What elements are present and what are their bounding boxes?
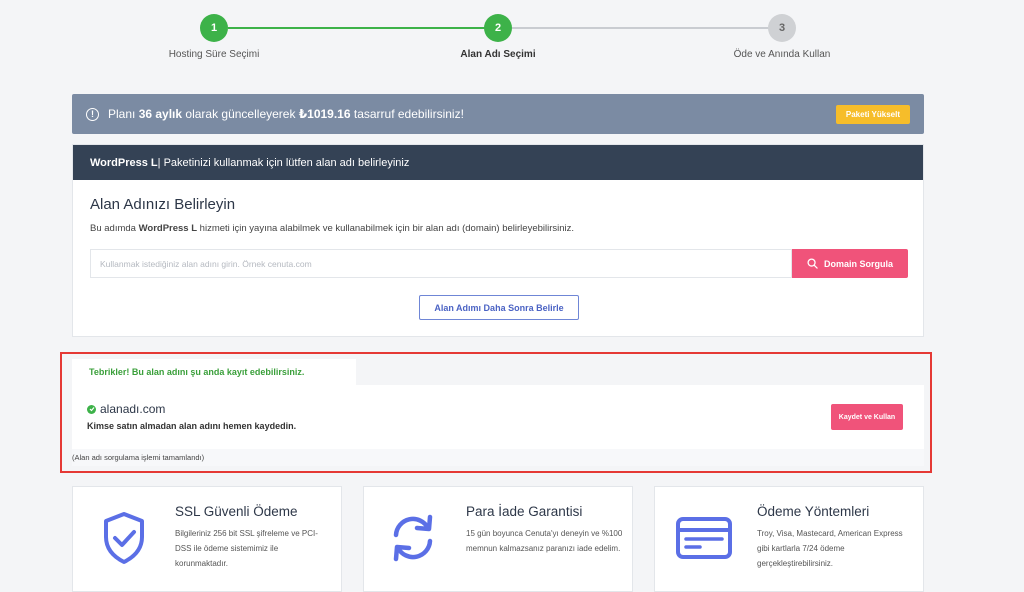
credit-card-icon — [676, 517, 732, 559]
domain-selection-card: WordPress L | Paketinizi kullanmak için … — [72, 144, 924, 337]
check-icon — [87, 404, 96, 414]
result-success-tab: Tebrikler! Bu alan adını şu anda kayıt e… — [72, 359, 356, 385]
decide-later-button[interactable]: Alan Adımı Daha Sonra Belirle — [419, 295, 579, 320]
checkout-stepper: 1 Hosting Süre Seçimi 2 Alan Adı Seçimi … — [0, 0, 1024, 80]
feature-description: Bilgileriniz 256 bit SSL şifreleme ve PC… — [175, 529, 318, 568]
result-footer-note: (Alan adı sorgulama işlemi tamamlandı) — [72, 449, 924, 466]
shield-check-icon — [104, 512, 144, 564]
feature-title: Para İade Garantisi — [466, 504, 583, 519]
step-1-label: Hosting Süre Seçimi — [168, 49, 260, 60]
step-connector-2 — [512, 27, 770, 29]
domain-search-button[interactable]: Domain Sorgula — [792, 249, 908, 278]
step-3-circle: 3 — [768, 14, 796, 42]
step-3-label: Öde ve Anında Kullan — [733, 49, 831, 60]
card-description: Bu adımda WordPress L hizmeti için yayın… — [90, 223, 575, 234]
feature-refund-card: Para İade Garantisi 15 gün boyunca Cenut… — [363, 486, 633, 592]
register-and-use-button[interactable]: Kaydet ve Kullan — [831, 404, 903, 430]
card-title: Alan Adınızı Belirleyin — [90, 196, 236, 213]
info-icon: ! — [86, 107, 99, 121]
search-icon — [807, 258, 818, 269]
feature-payment-card: Ödeme Yöntemleri Troy, Visa, Mastecard, … — [654, 486, 924, 592]
refresh-icon — [393, 514, 433, 562]
feature-ssl-card: SSL Güvenli Ödeme Bilgileriniz 256 bit S… — [72, 486, 342, 592]
card-header: WordPress L | Paketinizi kullanmak için … — [73, 145, 923, 180]
upgrade-promo-bar: ! Planı 36 aylık olarak güncelleyerek ₺1… — [72, 94, 924, 134]
feature-description: 15 gün boyunca Cenuta'yı deneyin ve %100… — [466, 529, 623, 553]
step-2-circle[interactable]: 2 — [484, 14, 512, 42]
step-connector-1 — [228, 27, 486, 29]
result-domain: alanadı.com — [87, 402, 165, 416]
step-1-circle[interactable]: 1 — [200, 14, 228, 42]
feature-title: SSL Güvenli Ödeme — [175, 504, 298, 519]
plan-name: WordPress L — [90, 156, 158, 169]
step-2-label: Alan Adı Seçimi — [460, 49, 536, 60]
promo-text: Planı 36 aylık olarak güncelleyerek ₺101… — [108, 107, 464, 121]
domain-search-input[interactable] — [90, 249, 792, 278]
result-subtitle: Kimse satın almadan alan adını hemen kay… — [87, 421, 297, 431]
upgrade-package-button[interactable]: Paketi Yükselt — [835, 104, 910, 124]
domain-name: alanadı.com — [100, 402, 166, 416]
feature-description: Troy, Visa, Mastecard, American Express … — [757, 529, 903, 568]
feature-title: Ödeme Yöntemleri — [757, 504, 870, 519]
domain-result-row: alanadı.com Kimse satın almadan alan adı… — [72, 385, 924, 449]
